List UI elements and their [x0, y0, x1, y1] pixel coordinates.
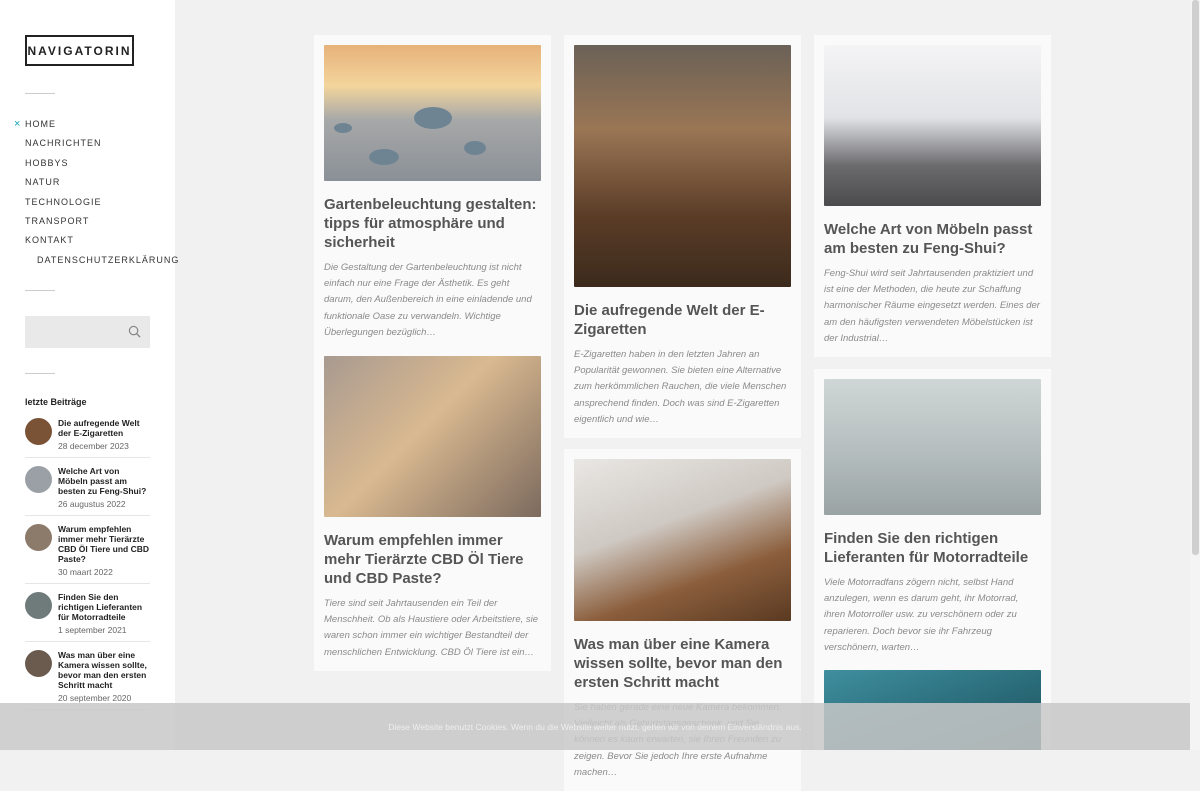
- cookie-text: Diese Website benutzt Cookies. Wenn du d…: [388, 721, 802, 732]
- nav-item-datenschutz[interactable]: Datenschutzerklärung: [25, 252, 179, 271]
- post-title[interactable]: Gartenbeleuchtung gestalten: tipps für a…: [324, 195, 541, 252]
- recent-post-date: 26 augustus 2022: [58, 499, 126, 509]
- nav-item-transport[interactable]: Transport: [25, 213, 179, 232]
- recent-post-item[interactable]: Welche Art von Möbeln passt am besten zu…: [25, 466, 150, 516]
- post-image-kitchen[interactable]: [824, 45, 1041, 206]
- recent-posts-title: letzte Beiträge: [25, 397, 87, 407]
- post-title[interactable]: Finden Sie den richtigen Lieferanten für…: [824, 529, 1041, 567]
- divider: [25, 93, 55, 94]
- recent-post-title[interactable]: Die aufregende Welt der E-Zigaretten: [58, 418, 150, 438]
- post-card: Finden Sie den richtigen Lieferanten für…: [814, 369, 1051, 667]
- post-card: Welche Art von Möbeln passt am besten zu…: [814, 35, 1051, 358]
- recent-post-date: 28 december 2023: [58, 441, 129, 451]
- nav-item-home[interactable]: Home: [14, 116, 179, 135]
- scrollbar-thumb[interactable]: [1192, 0, 1199, 555]
- recent-post-item[interactable]: Die aufregende Welt der E-Zigaretten 28 d…: [25, 418, 150, 458]
- sidebar: NAVIGATORIN Home Nachrichten Hobbys Natu…: [0, 0, 178, 750]
- post-title[interactable]: Was man über eine Kamera wissen sollte, …: [574, 635, 791, 692]
- recent-post-date: 1 september 2021: [58, 625, 127, 635]
- divider: [25, 290, 55, 291]
- recent-post-title[interactable]: Was man über eine Kamera wissen sollte, …: [58, 650, 150, 690]
- post-image-e-cigarettes[interactable]: [574, 45, 791, 287]
- recent-post-item[interactable]: Was man über eine Kamera wissen sollte, …: [25, 650, 150, 710]
- nav-item-technologie[interactable]: Technologie: [25, 194, 179, 213]
- post-excerpt: E-Zigaretten haben in den letzten Jahren…: [574, 349, 787, 425]
- page-scrollbar[interactable]: [1190, 0, 1200, 750]
- recent-post-thumbnail[interactable]: [25, 592, 52, 619]
- post-excerpt: Tiere sind seit Jahrtausenden ein Teil d…: [324, 598, 539, 658]
- nav-item-kontakt[interactable]: Kontakt: [25, 232, 179, 251]
- post-title[interactable]: Die aufregende Welt der E-Zigaretten: [574, 301, 791, 339]
- post-image-garden[interactable]: [324, 45, 541, 181]
- recent-post-thumbnail[interactable]: [25, 650, 52, 677]
- post-title[interactable]: Warum empfehlen immer mehr Tierärzte CBD…: [324, 531, 541, 588]
- nav-item-nachrichten[interactable]: Nachrichten: [25, 135, 179, 154]
- post-excerpt: Viele Motorradfans zögern nicht, selbst …: [824, 577, 1019, 653]
- recent-posts-list: Die aufregende Welt der E-Zigaretten 28 d…: [25, 418, 150, 718]
- recent-post-item[interactable]: Finden Sie den richtigen Lieferanten für…: [25, 592, 150, 642]
- post-card: Die aufregende Welt der E-Zigaretten E-Z…: [564, 35, 801, 439]
- recent-post-date: 20 september 2020: [58, 693, 132, 703]
- search-input[interactable]: [25, 316, 128, 348]
- recent-post-thumbnail[interactable]: [25, 418, 52, 445]
- recent-post-title[interactable]: Welche Art von Möbeln passt am besten zu…: [58, 466, 150, 496]
- post-card: Warum empfehlen immer mehr Tierärzte CBD…: [314, 346, 551, 671]
- nav-item-natur[interactable]: Natur: [25, 174, 179, 193]
- recent-post-thumbnail[interactable]: [25, 524, 52, 551]
- recent-post-title[interactable]: Warum empfehlen immer mehr Tierärzte CBD…: [58, 524, 150, 564]
- nav-item-hobbys[interactable]: Hobbys: [25, 155, 179, 174]
- main-navigation: Home Nachrichten Hobbys Natur Technologi…: [14, 116, 179, 271]
- post-card: Gartenbeleuchtung gestalten: tipps für a…: [314, 35, 551, 352]
- post-excerpt: Die Gestaltung der Gartenbeleuchtung ist…: [324, 262, 532, 338]
- search-box: [25, 316, 150, 348]
- site-logo[interactable]: NAVIGATORIN: [25, 35, 134, 66]
- recent-post-thumbnail[interactable]: [25, 466, 52, 493]
- recent-post-item[interactable]: Warum empfehlen immer mehr Tierärzte CBD…: [25, 524, 150, 584]
- post-image-dog[interactable]: [324, 356, 541, 517]
- divider: [25, 373, 55, 374]
- recent-post-title[interactable]: Finden Sie den richtigen Lieferanten für…: [58, 592, 150, 622]
- post-image-camera[interactable]: [574, 459, 791, 621]
- post-excerpt: Feng-Shui wird seit Jahrtausenden prakti…: [824, 268, 1040, 344]
- search-icon[interactable]: [128, 325, 141, 338]
- post-title[interactable]: Welche Art von Möbeln passt am besten zu…: [824, 220, 1041, 258]
- recent-post-date: 30 maart 2022: [58, 567, 113, 577]
- post-image-motorcycle[interactable]: [824, 379, 1041, 515]
- cookie-banner: Diese Website benutzt Cookies. Wenn du d…: [0, 703, 1190, 750]
